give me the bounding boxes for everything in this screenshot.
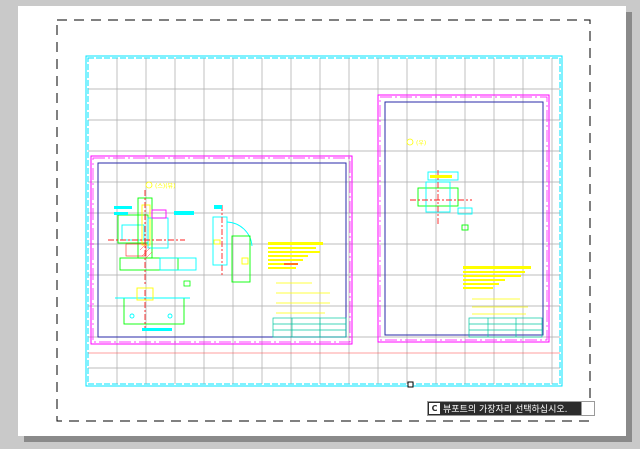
left-notes	[268, 242, 323, 269]
viewport-grip	[407, 381, 414, 388]
part-drawing-side	[212, 205, 253, 283]
right-notes	[463, 266, 531, 289]
part-drawing-right	[410, 170, 473, 231]
left-dimension-lines	[276, 282, 330, 314]
right-title-block	[468, 317, 543, 338]
right-view-label: (우)	[406, 138, 426, 147]
part-drawing-bottom	[115, 287, 190, 330]
layout-canvas[interactable]: (스)(뷰) (우)	[0, 0, 640, 449]
command-prompt-cursor	[581, 401, 595, 416]
command-icon: C	[429, 403, 440, 414]
left-title-block	[272, 317, 347, 338]
left-view-label: (스)(뷰)	[145, 181, 175, 190]
right-sheet-frame-dashdot	[379, 96, 548, 341]
right-sheet-frame-inner	[384, 101, 544, 336]
part-drawing-front	[108, 190, 197, 285]
command-prompt-text: 뷰포트의 가장자리 선택하십시오.	[443, 405, 568, 415]
right-dimension-lines	[472, 298, 528, 315]
printable-area-border	[56, 19, 591, 422]
svg-text:(스)(뷰): (스)(뷰)	[155, 183, 175, 190]
svg-text:(우): (우)	[416, 140, 426, 147]
command-prompt-tooltip: C 뷰포트의 가장자리 선택하십시오.	[427, 401, 582, 416]
left-sheet: (스)(뷰)	[90, 155, 353, 345]
